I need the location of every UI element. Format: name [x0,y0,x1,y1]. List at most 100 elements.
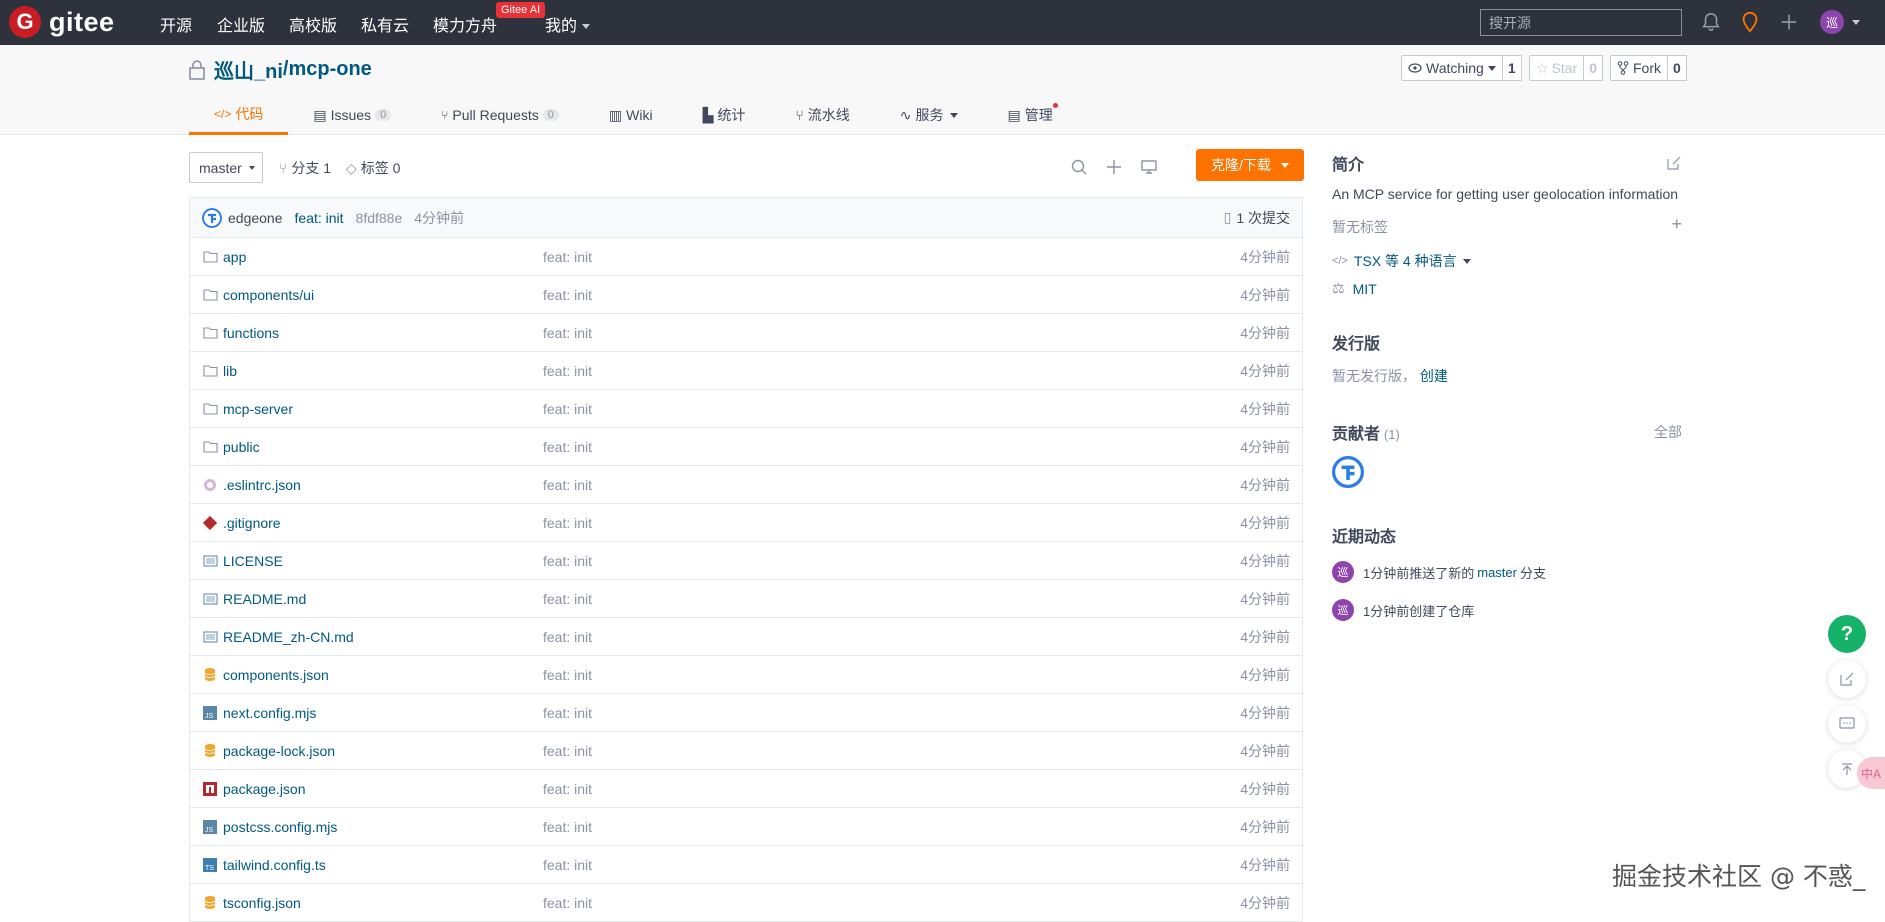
file-name-link[interactable]: package.json [223,781,543,797]
all-contributors-link[interactable]: 全部 [1654,422,1682,442]
file-commit-message[interactable]: feat: init [543,781,592,797]
bell-icon[interactable] [1700,11,1722,33]
tab-services[interactable]: ∿ 服务 [875,95,983,135]
activity-avatar[interactable]: 巡 [1332,599,1354,621]
file-commit-message[interactable]: feat: init [543,477,592,493]
file-name-link[interactable]: app [223,249,543,265]
chevron-down-icon[interactable] [1852,20,1860,25]
file-name-link[interactable]: package-lock.json [223,743,543,759]
user-avatar[interactable]: 巡 [1820,10,1844,34]
message-button[interactable] [1828,705,1866,743]
gitee-logo[interactable]: G gitee [9,6,115,38]
file-commit-message[interactable]: feat: init [543,629,592,645]
edit-icon[interactable] [1666,155,1682,171]
translate-button[interactable]: 中A [1857,757,1885,789]
fork-count[interactable]: 0 [1668,55,1687,81]
file-name-link[interactable]: next.config.mjs [223,705,543,721]
file-commit-message[interactable]: feat: init [543,743,592,759]
file-name-link[interactable]: components.json [223,667,543,683]
file-row[interactable]: tsconfig.json feat: init 4分钟前 [190,884,1302,922]
author-avatar[interactable] [202,207,222,228]
file-row[interactable]: package-lock.json feat: init 4分钟前 [190,732,1302,770]
file-name-link[interactable]: README.md [223,591,543,607]
nav-link-enterprise[interactable]: 企业版 [217,12,265,36]
file-row[interactable]: TS tailwind.config.ts feat: init 4分钟前 [190,846,1302,884]
tags-link[interactable]: ◇ 标签 0 [346,158,400,178]
file-row[interactable]: JS next.config.mjs feat: init 4分钟前 [190,694,1302,732]
file-row[interactable]: mcp-server feat: init 4分钟前 [190,390,1302,428]
watch-button[interactable]: Watching [1401,55,1503,81]
language-row[interactable]: </> TSX 等 4 种语言 [1332,251,1682,271]
tab-issues[interactable]: ▤ Issues 0 [288,95,416,135]
file-name-link[interactable]: postcss.config.mjs [223,819,543,835]
file-commit-message[interactable]: feat: init [543,363,592,379]
file-commit-message[interactable]: feat: init [543,857,592,873]
file-name-link[interactable]: README_zh-CN.md [223,629,543,645]
add-file-icon[interactable] [1105,158,1123,176]
file-row[interactable]: README.md feat: init 4分钟前 [190,580,1302,618]
clone-download-button[interactable]: 克隆/下载 [1196,149,1304,181]
star-count[interactable]: 0 [1584,55,1604,81]
file-name-link[interactable]: components/ui [223,287,543,303]
commit-author[interactable]: edgeone [228,210,283,226]
repo-name-link[interactable]: mcp-one [288,58,371,81]
file-row[interactable]: components.json feat: init 4分钟前 [190,656,1302,694]
nav-link-private-cloud[interactable]: 私有云 [361,12,409,36]
file-name-link[interactable]: .gitignore [223,515,543,531]
file-name-link[interactable]: LICENSE [223,553,543,569]
nav-link-opensource[interactable]: 开源 [160,12,192,36]
file-row[interactable]: JS postcss.config.mjs feat: init 4分钟前 [190,808,1302,846]
file-name-link[interactable]: tailwind.config.ts [223,857,543,873]
file-commit-message[interactable]: feat: init [543,667,592,683]
file-row[interactable]: lib feat: init 4分钟前 [190,352,1302,390]
create-release-link[interactable]: 创建 [1420,368,1448,384]
nav-link-education[interactable]: 高校版 [289,12,337,36]
tab-code[interactable]: </> 代码 [189,95,289,135]
nav-link-moli[interactable]: 模力方舟 [433,12,497,36]
file-name-link[interactable]: public [223,439,543,455]
contributor-avatar[interactable] [1332,456,1364,488]
file-name-link[interactable]: tsconfig.json [223,895,543,911]
file-name-link[interactable]: functions [223,325,543,341]
file-row[interactable]: package.json feat: init 4分钟前 [190,770,1302,808]
commit-count-link[interactable]: ▯ 1 次提交 [1224,208,1290,228]
tab-pipeline[interactable]: ⑂ 流水线 [770,95,874,135]
tab-manage[interactable]: ▤ 管理 [983,95,1078,135]
search-icon[interactable] [1070,158,1088,176]
file-row[interactable]: public feat: init 4分钟前 [190,428,1302,466]
file-commit-message[interactable]: feat: init [543,819,592,835]
commit-sha[interactable]: 8fdf88e [356,210,403,226]
file-row[interactable]: app feat: init 4分钟前 [190,238,1302,276]
nav-link-mine[interactable]: 我的 [545,12,591,36]
license-row[interactable]: ⚖ MIT [1332,280,1682,297]
help-button[interactable]: ? [1828,615,1866,653]
commit-message[interactable]: feat: init [295,210,344,226]
file-commit-message[interactable]: feat: init [543,553,592,569]
branches-link[interactable]: ⑂ 分支 1 [279,158,331,178]
file-row[interactable]: functions feat: init 4分钟前 [190,314,1302,352]
tab-wiki[interactable]: ▥ Wiki [584,95,678,135]
branch-select[interactable]: master [189,152,263,183]
plus-icon[interactable] [1778,11,1800,33]
file-row[interactable]: README_zh-CN.md feat: init 4分钟前 [190,618,1302,656]
file-row[interactable]: .gitignore feat: init 4分钟前 [190,504,1302,542]
file-row[interactable]: components/ui feat: init 4分钟前 [190,276,1302,314]
file-commit-message[interactable]: feat: init [543,895,592,911]
star-button[interactable]: ☆ Star [1529,55,1585,81]
tab-pull-requests[interactable]: ⑂ Pull Requests 0 [416,95,584,135]
tab-stats[interactable]: ▙ 统计 [678,95,771,135]
file-commit-message[interactable]: feat: init [543,515,592,531]
file-commit-message[interactable]: feat: init [543,705,592,721]
file-name-link[interactable]: .eslintrc.json [223,477,543,493]
file-commit-message[interactable]: feat: init [543,249,592,265]
feedback-edit-button[interactable] [1828,660,1866,698]
file-name-link[interactable]: mcp-server [223,401,543,417]
file-commit-message[interactable]: feat: init [543,325,592,341]
file-commit-message[interactable]: feat: init [543,401,592,417]
file-commit-message[interactable]: feat: init [543,591,592,607]
file-row[interactable]: LICENSE feat: init 4分钟前 [190,542,1302,580]
activity-avatar[interactable]: 巡 [1332,561,1354,583]
add-tag-icon[interactable]: + [1671,215,1682,237]
file-commit-message[interactable]: feat: init [543,439,592,455]
fork-button[interactable]: Fork [1610,55,1668,81]
